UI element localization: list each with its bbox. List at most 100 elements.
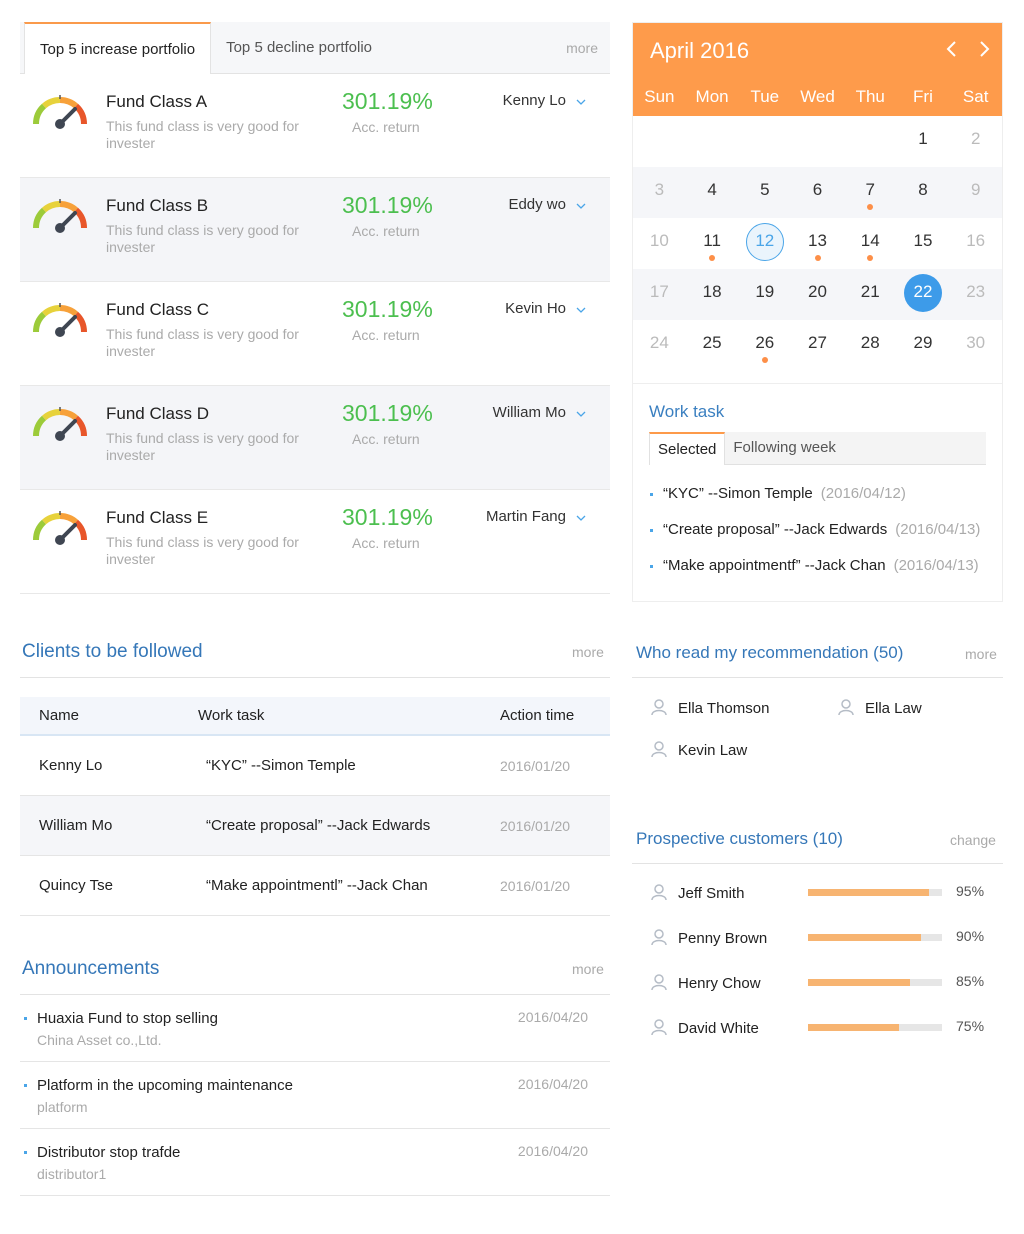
calendar-day[interactable]: 11 [686,218,739,269]
calendar-day-number: 28 [860,333,880,352]
announcement-item[interactable]: Distributor stop trafde distributor1 2016/… [20,1129,610,1196]
calendar-day[interactable]: 10 [633,218,686,269]
calendar-week: 3 4 5 6 7 8 9 [633,167,1002,218]
readers-more-link[interactable]: more [965,646,997,662]
work-task-text: “Make appointmentf” --Jack Chan [663,557,886,574]
calendar-day[interactable]: 13 [791,218,844,269]
calendar-day[interactable]: 8 [897,167,950,218]
calendar-day[interactable]: 6 [791,167,844,218]
prospective-change-link[interactable]: change [950,832,996,848]
calendar-day[interactable]: 7 [844,167,897,218]
calendar-day[interactable]: 19 [738,269,791,320]
calendar-day[interactable]: 9 [949,167,1002,218]
weekday-label: Sat [962,87,989,106]
announcement-item[interactable]: Platform in the upcoming maintenance plat… [20,1062,610,1129]
work-task-list: “KYC” --Simon Temple (2016/04/12) “Create … [649,485,986,574]
fund-list: Fund Class A This fund class is very good… [20,74,610,594]
calendar-day[interactable]: 29 [897,320,950,371]
prospective-customer-row[interactable]: Penny Brown 90% [650,926,990,950]
tab-top5-decline[interactable]: Top 5 decline portfolio [211,22,387,73]
prospective-customer-row[interactable]: David White 75% [650,1016,990,1040]
reader-item[interactable]: Kevin Law [650,740,747,759]
calendar-day[interactable]: 22 [897,269,950,320]
portfolio-more-link[interactable]: more [566,40,598,56]
reader-name: Ella Law [865,700,922,717]
fund-row[interactable]: Fund Class A This fund class is very good… [20,74,610,229]
fund-description: This fund class is very good for investe… [106,326,299,359]
calendar-day[interactable]: 21 [844,269,897,320]
calendar-day-number: 16 [966,231,986,250]
calendar-day[interactable]: 25 [686,320,739,371]
progress-bar-fill [808,979,910,986]
fund-row[interactable]: Fund Class C This fund class is very good… [20,282,610,386]
calendar-day-number: 8 [918,180,928,199]
fund-name[interactable]: Fund Class B [106,196,208,216]
client-action-time: 2016/01/20 [500,817,571,834]
clients-table-body: Kenny Lo “KYC” --Simon Temple 2016/01/20 Wi… [20,736,610,916]
announcement-date: 2016/04/20 [517,1076,588,1092]
work-task-item[interactable]: “KYC” --Simon Temple (2016/04/12) [649,485,986,502]
work-task-item[interactable]: “Create proposal” --Jack Edwards (2016/04… [649,521,986,538]
fund-name[interactable]: Fund Class C [106,300,209,320]
fund-manager-dropdown[interactable]: Kenny Lo [503,92,586,109]
calendar-day-number: 5 [760,180,770,199]
calendar-day[interactable]: 18 [686,269,739,320]
calendar-day[interactable]: 16 [949,218,1002,269]
calendar-day[interactable]: 17 [633,269,686,320]
calendar-day[interactable]: 5 [738,167,791,218]
readers-title: Who read my recommendation (50) [636,643,904,662]
calendar-day[interactable]: 15 [897,218,950,269]
client-work-task: “Make appointmentl” --Jack Chan [206,877,428,894]
calendar-day[interactable]: 1 [897,116,950,167]
portfolio-tabs: Top 5 increase portfolio Top 5 decline p… [20,22,610,74]
fund-name[interactable]: Fund Class E [106,508,208,528]
prospective-customer-row[interactable]: Jeff Smith 95% [650,881,990,905]
calendar-day[interactable]: 24 [633,320,686,371]
announcement-date: 2016/04/20 [517,1143,588,1159]
fund-manager-dropdown[interactable]: Martin Fang [486,508,586,525]
table-row[interactable]: Kenny Lo “KYC” --Simon Temple 2016/01/20 [20,736,610,796]
fund-row[interactable]: Fund Class E This fund class is very good… [20,490,610,594]
fund-return-value: 301.19% [342,504,433,530]
fund-manager-dropdown[interactable]: William Mo [493,404,586,421]
fund-manager-name: Eddy wo [508,196,566,213]
calendar-day[interactable]: 3 [633,167,686,218]
reader-item[interactable]: Ella Law [837,698,922,717]
calendar-day[interactable]: 28 [844,320,897,371]
tab-top5-increase[interactable]: Top 5 increase portfolio [24,22,212,74]
chevron-down-icon [576,408,586,420]
table-row[interactable]: William Mo “Create proposal” --Jack Edwar… [20,796,610,856]
chevron-left-icon[interactable] [945,39,959,65]
calendar-day[interactable]: 20 [791,269,844,320]
fund-manager-name: William Mo [492,404,566,421]
work-task-item[interactable]: “Make appointmentf” --Jack Chan (2016/04/… [649,557,986,574]
calendar-day[interactable]: 12 [738,218,791,269]
calendar-day[interactable]: 30 [949,320,1002,371]
tab-selected[interactable]: Selected [649,432,726,465]
fund-return-label: Acc. return [352,223,420,239]
fund-manager-dropdown[interactable]: Eddy wo [508,196,586,213]
calendar-day[interactable]: 14 [844,218,897,269]
calendar-day[interactable]: 27 [791,320,844,371]
calendar-day[interactable]: 26 [738,320,791,371]
calendar-day[interactable]: 23 [949,269,1002,320]
fund-name[interactable]: Fund Class D [106,404,209,424]
announcement-item[interactable]: Huaxia Fund to stop selling China Asset c… [20,995,610,1062]
prospective-customer-row[interactable]: Henry Chow 85% [650,971,990,995]
fund-row[interactable]: Fund Class D This fund class is very good… [20,386,610,490]
calendar-day[interactable]: 2 [949,116,1002,167]
clients-more-link[interactable]: more [572,644,604,660]
calendar-day[interactable]: 4 [686,167,739,218]
column-header-action-time: Action time [500,707,575,724]
calendar-empty-cell [791,116,844,167]
announcements-more-link[interactable]: more [572,961,604,977]
table-row[interactable]: Quincy Tse “Make appointmentl” --Jack Cha… [20,856,610,916]
reader-item[interactable]: Ella Thomson [650,698,769,717]
fund-manager-dropdown[interactable]: Kevin Ho [505,300,586,317]
tab-following-week[interactable]: Following week [725,432,844,464]
chevron-right-icon[interactable] [977,39,991,65]
weekday-label: Mon [695,87,729,106]
fund-row[interactable]: Fund Class B This fund class is very good… [20,178,610,282]
fund-name[interactable]: Fund Class A [106,92,207,112]
calendar-week: 12 [633,116,1002,167]
